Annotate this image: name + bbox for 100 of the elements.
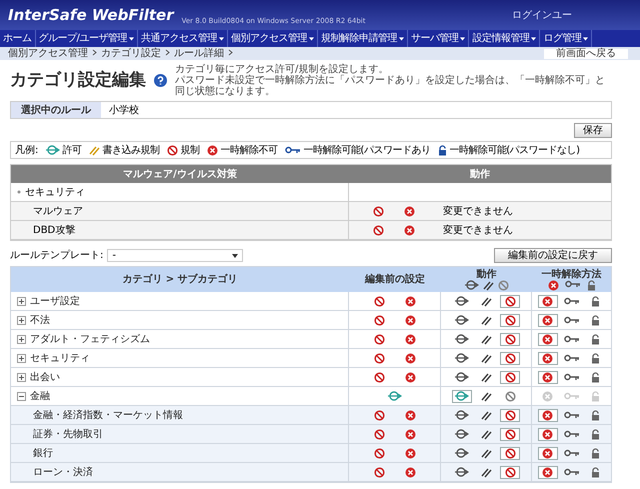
option-toggle[interactable] <box>500 446 520 460</box>
expand-toggle[interactable] <box>17 354 26 362</box>
option-toggle[interactable] <box>538 446 558 460</box>
expand-toggle[interactable] <box>17 296 26 306</box>
key-icon <box>564 411 580 419</box>
prohibited-icon <box>504 410 516 420</box>
key-icon <box>564 354 580 362</box>
slash-pen-icon <box>480 314 492 326</box>
page-title: カテゴリ設定編集 <box>10 68 146 92</box>
option-toggle[interactable] <box>500 352 520 364</box>
legend-text: 一時解除不可 <box>220 144 278 158</box>
x-circle-icon <box>542 334 553 344</box>
key-icon <box>564 449 580 457</box>
circle-arrow-icon <box>455 315 469 325</box>
rule-label: 選択中のルール <box>11 102 101 118</box>
circle-arrow-icon <box>455 372 469 382</box>
column-header: 動作 <box>476 268 496 280</box>
legend-text: 一時解除可能(パスワードなし) <box>449 144 580 158</box>
prohibited-icon <box>498 280 508 290</box>
key-icon <box>564 280 580 288</box>
column-header: 一時解除方法 <box>542 268 602 280</box>
prohibited-icon <box>504 466 516 478</box>
option-toggle[interactable] <box>538 408 558 422</box>
category-name: マルウェア <box>33 204 83 218</box>
circle-arrow-icon <box>464 280 478 290</box>
option-toggle[interactable] <box>500 370 520 384</box>
legend-text: 一時解除可能(パスワードあり <box>303 144 430 158</box>
option-toggle[interactable] <box>538 314 558 326</box>
prohibited-icon <box>504 448 516 458</box>
slash-pen-icon <box>482 280 494 290</box>
x-circle-icon <box>542 372 553 382</box>
category-name: 金融・経済指数・マーケット情報 <box>33 408 183 422</box>
x-circle-icon <box>207 144 218 156</box>
revert-button[interactable]: 編集前の設定に戻す <box>494 248 612 263</box>
option-toggle[interactable] <box>500 408 520 422</box>
padlock-icon <box>586 280 596 290</box>
help-icon[interactable] <box>154 74 167 87</box>
padlock-icon <box>591 296 600 306</box>
template-label: ルールテンプレート: <box>10 248 104 263</box>
x-circle-icon <box>542 448 553 458</box>
template-select[interactable]: - <box>107 249 244 262</box>
option-toggle[interactable] <box>538 466 558 478</box>
padlock-icon <box>591 314 600 326</box>
option-toggle[interactable] <box>500 428 520 440</box>
save-button[interactable]: 保存 <box>574 123 612 138</box>
prohibited-icon <box>504 428 516 440</box>
option-toggle[interactable] <box>538 294 558 308</box>
slash-pen-icon <box>89 144 100 156</box>
expand-toggle[interactable] <box>17 372 26 382</box>
chevron-icon <box>92 48 97 56</box>
expand-toggle[interactable] <box>17 316 26 324</box>
option-toggle[interactable] <box>538 332 558 346</box>
legend-label: 凡例: <box>15 144 38 158</box>
category-name: DBD攻撃 <box>33 224 76 238</box>
slash-pen-icon <box>480 466 492 478</box>
prohibited-icon <box>167 144 178 156</box>
option-toggle[interactable] <box>500 314 520 326</box>
expand-toggle[interactable] <box>17 334 26 344</box>
circle-arrow-icon <box>455 410 469 420</box>
rule-value: 小学校 <box>108 104 139 118</box>
x-circle-icon <box>542 352 553 364</box>
option-toggle[interactable] <box>538 370 558 384</box>
x-circle-icon <box>542 390 553 402</box>
key-icon <box>564 335 580 343</box>
circle-arrow-icon <box>455 353 469 363</box>
status-text: 変更できません <box>443 224 513 238</box>
column-header: 動作 <box>469 168 491 182</box>
option-toggle[interactable] <box>500 294 520 308</box>
product-logo: InterSafe WebFilter <box>8 4 174 26</box>
option-toggle[interactable] <box>538 428 558 440</box>
status-text: 変更できません <box>443 204 513 218</box>
padlock-icon <box>591 334 600 344</box>
bullet-icon <box>17 190 21 194</box>
login-user-text: ログインユー <box>512 8 572 22</box>
category-name: 証券・先物取引 <box>33 428 103 442</box>
prohibited-icon <box>373 224 384 236</box>
key-icon <box>564 392 580 400</box>
breadcrumb-link[interactable]: 個別アクセス管理 <box>8 48 88 58</box>
breadcrumb-link[interactable]: ルール詳細 <box>174 48 224 58</box>
slash-pen-icon <box>480 372 492 382</box>
category-name: ユーザ設定 <box>30 294 80 308</box>
prohibited-icon <box>504 390 516 402</box>
slash-pen-icon <box>480 334 492 344</box>
x-circle-icon <box>404 410 416 420</box>
option-toggle[interactable] <box>500 466 520 478</box>
collapse-toggle[interactable] <box>17 392 26 400</box>
x-circle-icon <box>542 410 553 420</box>
option-toggle[interactable] <box>452 390 472 402</box>
slash-pen-icon <box>480 390 492 402</box>
category-name: 銀行 <box>33 446 53 460</box>
padlock-icon <box>591 448 600 458</box>
prohibited-icon <box>504 372 516 382</box>
slash-pen-icon <box>480 448 492 458</box>
back-link[interactable]: 前画面へ戻る <box>544 48 628 58</box>
breadcrumb-link[interactable]: カテゴリ設定 <box>101 48 161 58</box>
key-icon <box>564 430 580 438</box>
option-toggle[interactable] <box>538 352 558 364</box>
x-circle-icon <box>542 296 553 306</box>
option-toggle[interactable] <box>500 332 520 346</box>
category-name: ローン・決済 <box>33 466 93 480</box>
